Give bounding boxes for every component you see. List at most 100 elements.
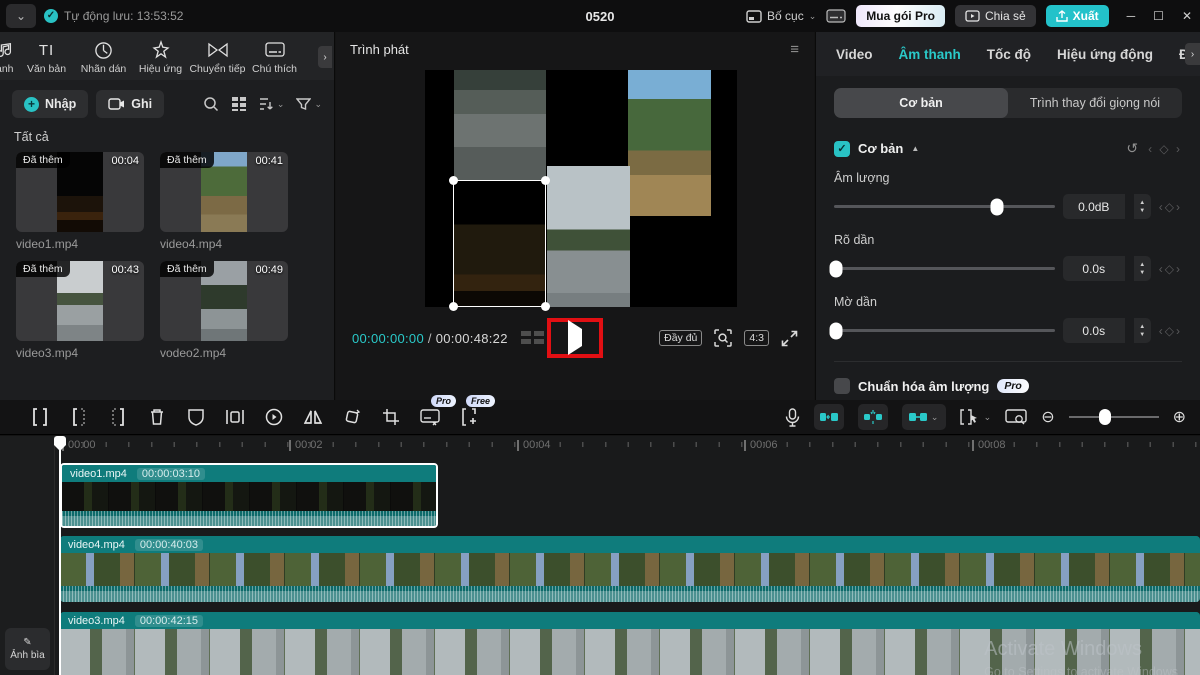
crop-button[interactable] [379,405,403,429]
more-tabs-button[interactable]: › [318,46,332,68]
filter-button[interactable]: ⌄ [296,97,322,111]
fade-in-slider[interactable] [834,267,1055,270]
keyframe-next-icon[interactable]: › [1176,324,1182,338]
media-item[interactable]: Đã thêm 00:41 video4.mp4 [160,152,288,253]
tab-audio-active[interactable]: Âm thanh [899,47,961,62]
step-down-icon[interactable]: ▼ [1139,270,1145,276]
split-left-button[interactable] [67,405,91,429]
step-up-icon[interactable]: ▲ [1139,200,1145,206]
preview-clip-highway[interactable] [547,166,630,307]
layout-button[interactable]: Bố cục ⌄ [746,9,816,23]
preview-clip-road[interactable] [454,70,546,180]
subtab-basic[interactable]: Cơ bản [834,88,1008,118]
speed-button[interactable] [262,405,286,429]
timeline-clip-selected[interactable]: video1.mp4 00:00:03:10 [60,463,438,528]
transform-handle[interactable] [541,176,550,185]
fade-in-stepper[interactable]: ▲▼ [1133,256,1151,281]
export-button[interactable]: Xuất [1046,5,1109,27]
tab-video[interactable]: Video [836,47,873,62]
delete-button[interactable] [145,405,169,429]
volume-slider[interactable] [834,205,1055,208]
mask-button[interactable] [184,405,208,429]
zoom-slider-thumb[interactable] [1099,409,1111,425]
cover-button[interactable]: ✎ Ảnh bìa [5,628,50,670]
tab-effects[interactable]: Hiệu ứng [132,40,189,75]
keyframe-next-icon[interactable]: › [1176,142,1182,156]
transform-handle[interactable] [449,176,458,185]
volume-stepper[interactable]: ▲▼ [1133,194,1151,219]
subtab-voice-changer[interactable]: Trình thay đổi giọng nói [1008,88,1182,118]
select-tool-button[interactable]: ⌄ [960,409,992,425]
normalize-checkbox[interactable] [834,378,850,394]
fade-out-value[interactable]: 0.0s [1063,318,1125,343]
basic-section-checkbox[interactable]: ✓ [834,141,850,157]
collapse-icon[interactable]: ▲ [911,144,919,153]
step-up-icon[interactable]: ▲ [1139,262,1145,268]
mirror-frame-button[interactable] [223,405,247,429]
fade-in-value[interactable]: 0.0s [1063,256,1125,281]
player-menu-icon[interactable]: ≡ [790,41,800,58]
buy-pro-button[interactable]: Mua gói Pro [856,5,945,27]
preview-clip-forest[interactable] [628,70,711,216]
fade-in-slider-thumb[interactable] [830,260,843,277]
keyframe-next-icon[interactable]: › [1176,262,1182,276]
keyframe-prev-icon[interactable]: ‹ [1148,142,1154,156]
close-button[interactable]: ✕ [1182,9,1192,23]
keyframe-icon[interactable]: ◇ [1159,142,1170,156]
captions-panel-icon[interactable] [826,9,846,23]
extract-clip-button[interactable]: Free [457,405,481,429]
transform-handle[interactable] [541,302,550,311]
fade-out-slider-thumb[interactable] [830,322,843,339]
transform-handle[interactable] [449,302,458,311]
share-button[interactable]: Chia sẻ [955,5,1036,27]
tab-animation[interactable]: Hiệu ứng động [1057,47,1153,62]
grid-view-icon[interactable] [231,96,247,112]
keyframe-icon[interactable]: ◇ [1165,324,1176,338]
media-item[interactable]: Đã thêm 00:43 video3.mp4 [16,261,144,362]
reset-icon[interactable]: ↺ [1126,140,1138,157]
import-button[interactable]: + Nhập [12,90,88,118]
tab-audio[interactable]: anh [0,40,18,75]
split-button[interactable] [28,405,52,429]
quality-button[interactable]: Đầy đủ [659,330,702,346]
voiceover-mic-icon[interactable] [785,408,800,427]
step-down-icon[interactable]: ▼ [1139,332,1145,338]
remove-caption-button[interactable]: Pro [418,405,442,429]
keyframe-icon[interactable]: ◇ [1165,200,1176,214]
keyframe-next-icon[interactable]: › [1176,200,1182,214]
zoom-out-icon[interactable]: ⊖ [1041,407,1054,427]
link-clips-button[interactable]: ⌄ [902,404,946,430]
sort-button[interactable]: ⌄ [259,97,285,111]
keyframe-icon[interactable]: ◇ [1165,262,1176,276]
timeline-clip[interactable]: video3.mp4 00:00:42:15 [60,612,1200,675]
focus-zoom-icon[interactable] [714,329,732,347]
fade-out-slider[interactable] [834,329,1055,332]
timeline-ruler[interactable]: 00:00 00:02 00:04 00:06 00:08 [55,436,1200,456]
preview-clip-selected[interactable] [453,180,546,307]
magnetic-snap-button[interactable] [814,404,844,430]
timeline-zoom-slider[interactable] [1069,416,1159,418]
preview-axis-icon[interactable] [1005,409,1027,425]
record-button[interactable]: Ghi [96,90,164,118]
flip-button[interactable] [301,405,325,429]
rotate-button[interactable] [340,405,364,429]
step-up-icon[interactable]: ▲ [1139,324,1145,330]
zoom-in-icon[interactable]: ⊕ [1173,407,1186,427]
fade-out-stepper[interactable]: ▲▼ [1133,318,1151,343]
tab-speed[interactable]: Tốc độ [987,47,1031,62]
step-down-icon[interactable]: ▼ [1139,208,1145,214]
main-menu-button[interactable]: ⌄ [6,4,36,28]
fullscreen-icon[interactable] [781,330,798,347]
playhead[interactable] [59,436,61,675]
timeline-clip[interactable]: video4.mp4 00:00:40:03 [60,536,1200,602]
media-item[interactable]: Đã thêm 00:04 video1.mp4 [16,152,144,253]
minimize-button[interactable]: ─ [1127,9,1136,23]
auto-ripple-button[interactable] [858,404,888,430]
more-tabs-button[interactable]: › [1185,43,1200,65]
volume-value[interactable]: 0.0dB [1063,194,1125,219]
aspect-ratio-button[interactable]: 4:3 [744,330,769,346]
tab-captions[interactable]: Chú thích [246,40,303,75]
split-right-button[interactable] [106,405,130,429]
pages-icon[interactable] [520,329,546,347]
tab-text[interactable]: TI Văn bản [18,40,75,75]
